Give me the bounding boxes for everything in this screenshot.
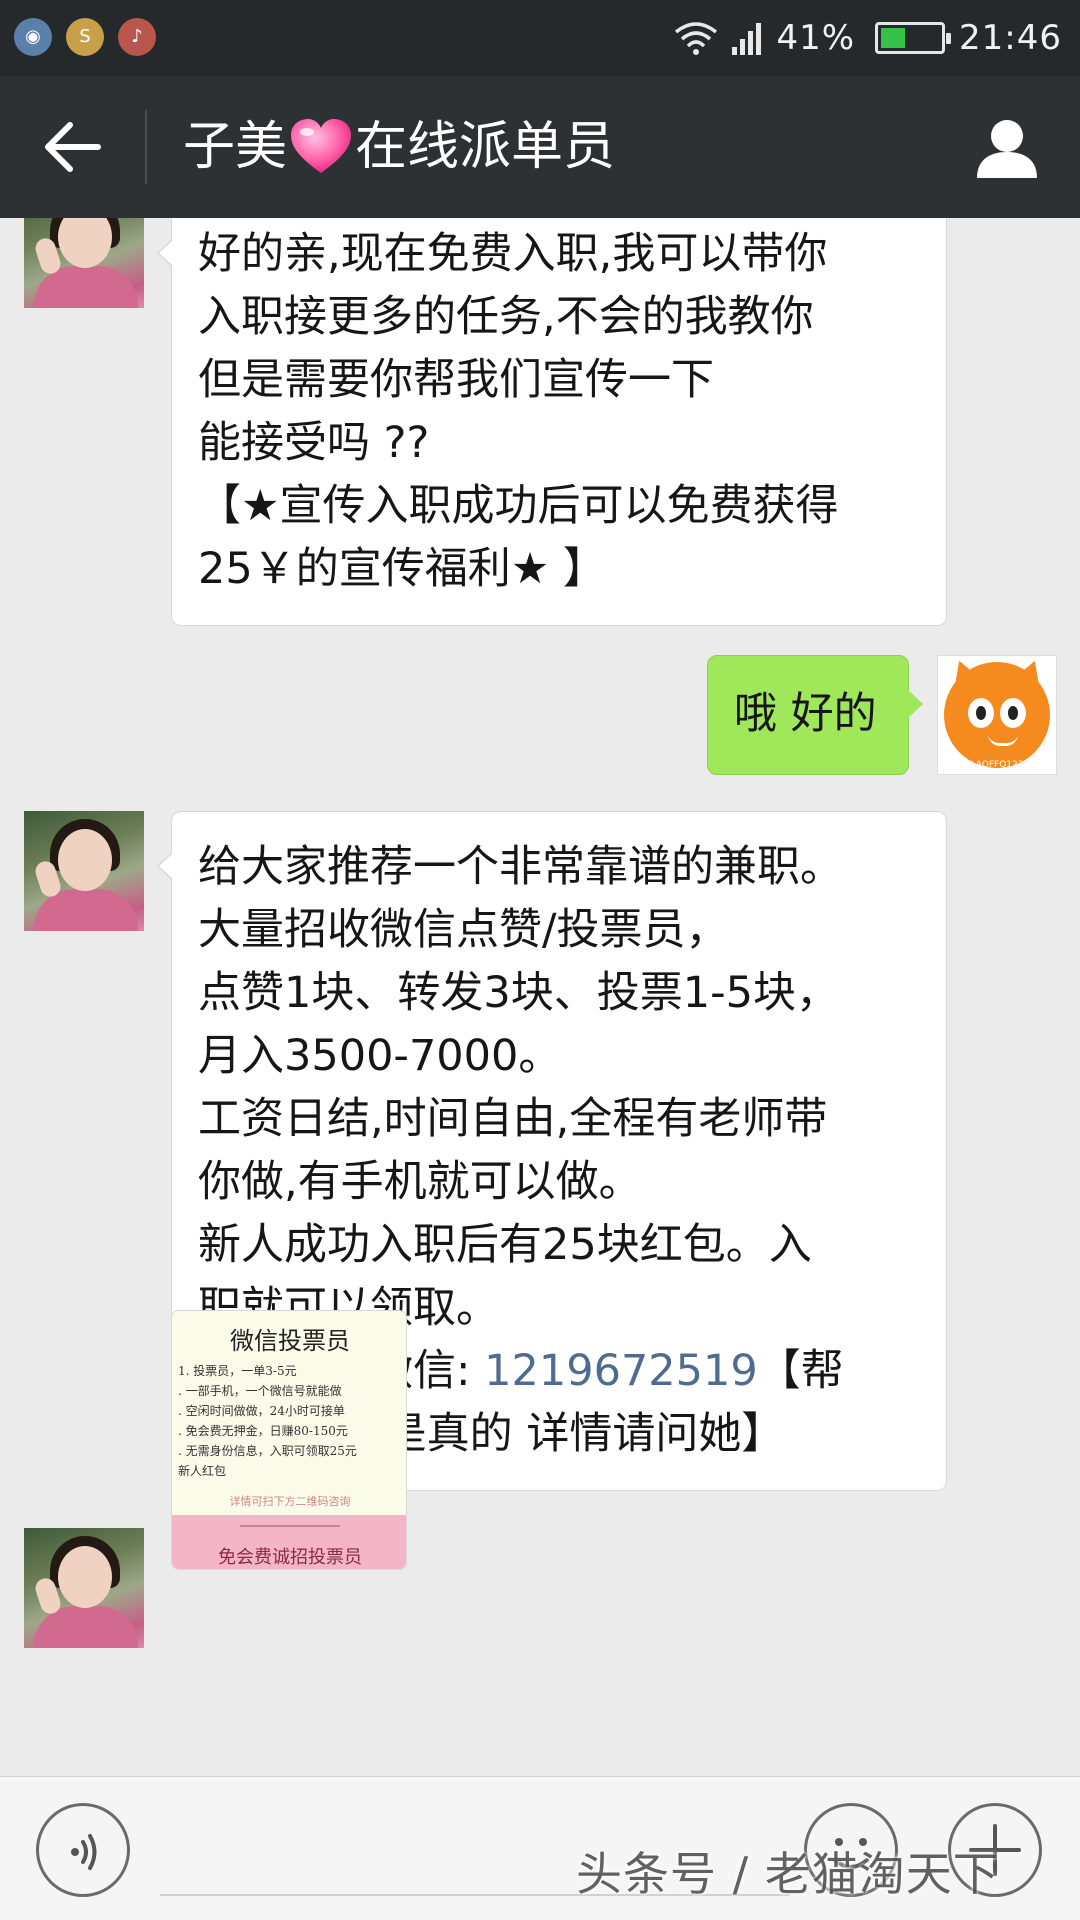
image-message[interactable]: 微信投票员 1. 投票员，一单3-5元 . 一部手机，一个微信号就能做 . 空闲…: [171, 1310, 407, 1570]
listen-notification-icon: ♪: [118, 18, 156, 56]
message-text: 哦 好的: [734, 689, 877, 739]
poster-item: . 免会费无押金，日赚80-150元: [178, 1424, 348, 1438]
contact-avatar[interactable]: [24, 218, 144, 308]
watermark: 头条号 / 老猫淘天下: [576, 1847, 1000, 1901]
message-bubble[interactable]: 好的亲,现在免费入职,我可以带你 入职接更多的任务,不会的我教你 但是需要你帮我…: [157, 218, 947, 626]
contact-avatar[interactable]: [24, 1528, 144, 1648]
signal-icon: [732, 21, 762, 55]
battery-percent: 41%: [776, 18, 856, 58]
message-line: 给大家推荐一个非常靠谱的兼职。: [198, 842, 843, 892]
sohu-notification-icon: S: [66, 18, 104, 56]
message-list[interactable]: 好的亲,现在免费入职,我可以带你 入职接更多的任务,不会的我教你 但是需要你帮我…: [0, 218, 1080, 1776]
chat-title: 子美 在线派单员: [183, 104, 615, 190]
back-arrow-icon: [45, 122, 101, 172]
message-line: 好的亲,现在免费入职,我可以带你: [198, 229, 828, 279]
message-line: 25￥的宣传福利★ 】: [198, 544, 606, 594]
message-line: 能接受吗 ??: [198, 418, 430, 468]
chat-header: 子美 在线派单员: [0, 76, 1080, 218]
poster-decoration: [240, 1525, 340, 1527]
poster-item: . 无需身份信息，入职可领取25元: [178, 1444, 357, 1458]
app-notification-icon: ◉: [14, 18, 52, 56]
poster-title: 微信投票员: [230, 1327, 350, 1355]
poster-item: 1. 投票员，一单3-5元: [178, 1364, 297, 1378]
poster-banner-text: 免会费诚招投票员: [218, 1547, 362, 1568]
battery-fill: [881, 28, 905, 48]
wifi-icon: [674, 20, 718, 56]
status-bar: ◉ S ♪ 41% 21:46: [0, 0, 1080, 76]
poster-item: 新人红包: [178, 1464, 227, 1478]
phone-number-link[interactable]: 1219672519: [484, 1346, 758, 1396]
heart-emoji-icon: [291, 119, 352, 173]
voice-button[interactable]: [36, 1803, 130, 1897]
message-line: 新人成功入职后有25块红包。入: [198, 1220, 812, 1270]
chat-profile-button[interactable]: [972, 112, 1042, 182]
back-button[interactable]: [40, 112, 110, 182]
message-line: 你做,有手机就可以做。: [198, 1157, 642, 1207]
poster-hint: 详情可扫下方二维码咨询: [229, 1495, 351, 1508]
cat-logo-icon: [944, 662, 1050, 768]
message-line: 【★宣传入职成功后可以免费获得: [198, 481, 839, 531]
poster-item: . 空闲时间做做，24小时可接单: [178, 1404, 345, 1418]
battery-icon: [875, 22, 952, 54]
message-line: 月入3500-7000。: [198, 1031, 562, 1081]
my-avatar[interactable]: LAOFFQ123: [937, 655, 1057, 775]
chat-title-role: 在线派单员: [355, 117, 616, 177]
voice-icon: [71, 1834, 97, 1870]
poster-item: . 一部手机，一个微信号就能做: [178, 1384, 342, 1398]
message-line: 入职接更多的任务,不会的我教你: [198, 292, 814, 342]
person-icon: [977, 120, 1037, 178]
poster-list: 1. 投票员，一单3-5元 . 一部手机，一个微信号就能做 . 空闲时间做做，2…: [178, 1361, 404, 1481]
message-line: 但是需要你帮我们宣传一下: [198, 355, 714, 405]
my-message-bubble[interactable]: 哦 好的: [707, 655, 923, 775]
message-line: 大量招收微信点赞/投票员，: [198, 905, 729, 955]
clock: 21:46: [959, 18, 1062, 58]
message-line: 点赞1块、转发3块、投票1-5块，: [198, 968, 839, 1018]
contact-avatar[interactable]: [24, 811, 144, 931]
avatar-caption: LAOFFQ123: [970, 760, 1024, 770]
message-line: 工资日结,时间自由,全程有老师带: [198, 1094, 828, 1144]
poster-banner: 免会费诚招投票员: [172, 1515, 406, 1569]
chat-title-name: 子美: [183, 117, 288, 177]
contact-suffix: 【帮: [757, 1346, 844, 1396]
header-divider: [145, 110, 147, 184]
